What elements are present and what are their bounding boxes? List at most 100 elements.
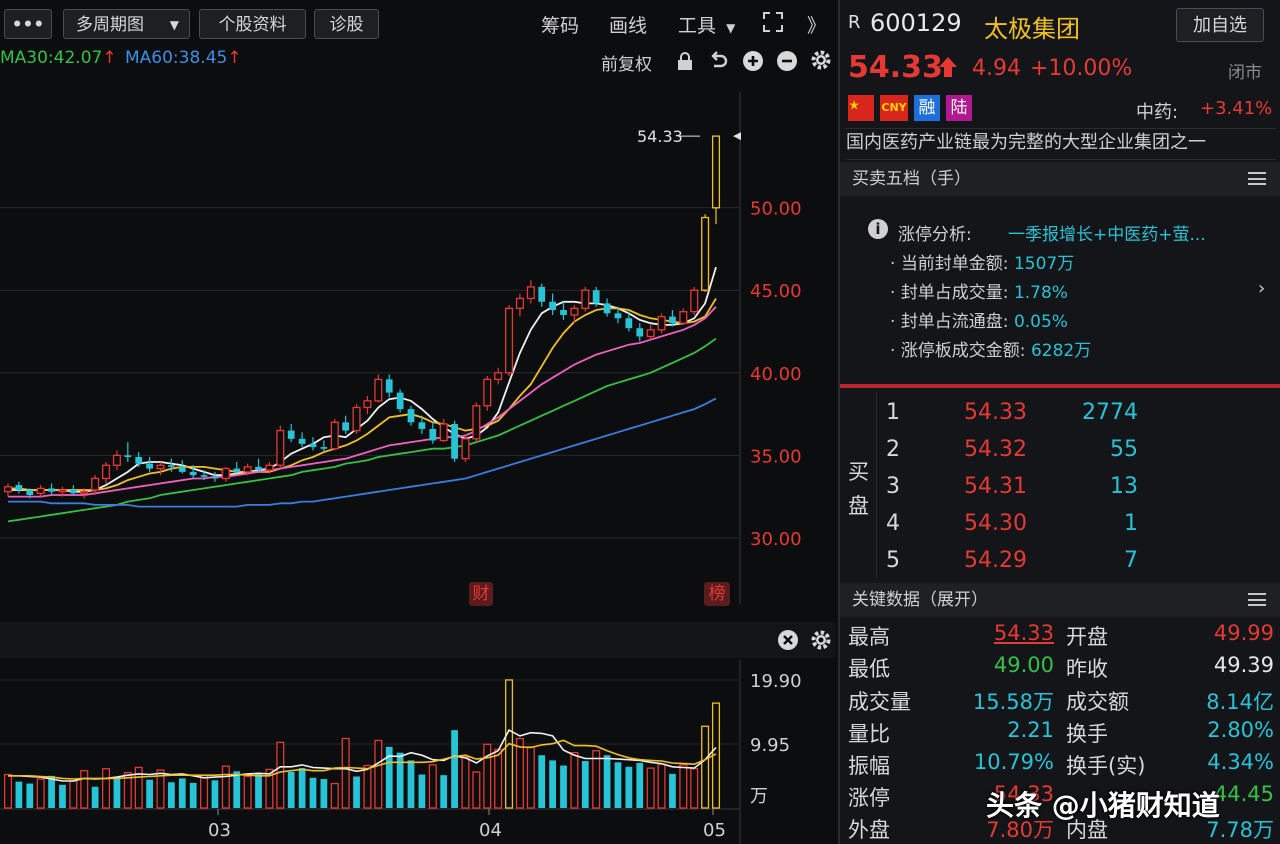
limit-row-label: 当前封单金额: — [900, 254, 1009, 274]
price-change-pct: +10.00% — [1030, 56, 1133, 81]
more-button[interactable]: ••• — [4, 9, 52, 39]
zoom-out-icon[interactable] — [776, 50, 798, 76]
candle — [135, 457, 143, 464]
candle — [483, 378, 492, 407]
candle — [646, 329, 655, 338]
period-dropdown[interactable]: 多周期图 ▼ — [63, 9, 190, 39]
volume-bar — [690, 768, 699, 809]
stock-name: 太极集团 — [984, 15, 1080, 43]
financial-report-marker[interactable]: 财 — [469, 582, 493, 606]
ma30-legend: MA30:42.07↑ — [0, 48, 117, 68]
adjust-mode-button[interactable]: 前复权 — [601, 50, 652, 75]
candle — [265, 464, 274, 471]
zoom-in-icon[interactable] — [742, 50, 764, 76]
stock-info-button[interactable]: 个股资料 — [199, 9, 306, 39]
candle — [156, 464, 165, 470]
volume-bar — [48, 775, 55, 808]
candle — [472, 405, 481, 440]
settings-gear-icon[interactable] — [810, 49, 832, 75]
indicator-settings-icon[interactable] — [810, 629, 832, 655]
volume-bar — [146, 779, 153, 808]
candle — [538, 286, 546, 302]
candle — [276, 429, 285, 466]
candle — [330, 421, 339, 450]
menu-icon[interactable] — [1248, 593, 1266, 606]
candle — [451, 423, 458, 459]
y-tick-label: 35.00 — [750, 446, 802, 467]
candle — [549, 301, 556, 311]
ma60-value: MA60:38.45 — [125, 48, 228, 68]
y-tick-label: 19.90 — [750, 671, 802, 692]
candle — [309, 443, 317, 448]
candle — [233, 468, 241, 472]
limit-row-value: 1.78% — [1013, 283, 1068, 303]
bid-row[interactable]: 2 54.32 55 — [886, 431, 1276, 468]
amount-value: 8.14亿 — [1206, 690, 1274, 714]
sector-label[interactable]: 中药: — [1136, 98, 1178, 124]
candle — [69, 490, 77, 494]
bid-row[interactable]: 3 54.31 13 — [886, 468, 1276, 505]
candle — [26, 490, 34, 495]
tools-label: 工具 — [678, 15, 717, 37]
fullscreen-icon[interactable] — [761, 10, 785, 39]
y-tick-label: 50.00 — [750, 199, 802, 220]
sector-change: +3.41% — [1200, 98, 1273, 119]
volume-bar — [168, 782, 175, 808]
bid-price: 54.32 — [964, 437, 1027, 462]
high-value: 54.33 — [993, 621, 1054, 645]
chips-button[interactable]: 筹码 — [541, 11, 579, 38]
key-data-header[interactable]: 关键数据（展开） — [840, 583, 1280, 617]
volume-bar — [233, 771, 241, 808]
diagnose-button[interactable]: 诊股 — [314, 9, 379, 39]
candlestick-chart[interactable]: 30.00 35.00 40.00 45.00 50.00 54.33 — [0, 92, 836, 612]
candle — [243, 466, 252, 473]
undo-icon[interactable] — [708, 50, 730, 76]
menu-icon[interactable] — [1248, 172, 1266, 185]
bid-level: 2 — [886, 437, 900, 462]
candle — [15, 485, 23, 491]
limit-row-label: · — [890, 312, 901, 332]
collapse-panel-icon[interactable]: 》 — [807, 11, 826, 38]
amplitude-value: 10.79% — [973, 750, 1054, 774]
candle — [385, 379, 393, 393]
candle — [669, 316, 676, 324]
candle — [418, 422, 426, 429]
candle — [352, 406, 361, 432]
close-indicator-icon[interactable] — [777, 629, 799, 655]
bid-row[interactable]: 1 54.33 2774 — [886, 394, 1276, 431]
tools-dropdown[interactable]: 工具 ▼ — [678, 11, 735, 38]
buy-side-label: 买 盘 — [840, 392, 877, 578]
y-tick-label: 45.00 — [750, 281, 802, 302]
volume-bar — [287, 771, 295, 808]
volume-bar — [36, 778, 45, 809]
candle — [711, 135, 721, 209]
volume-bar — [200, 774, 209, 809]
limit-analysis-label: 涨停分析: — [898, 225, 972, 245]
low-value: 49.00 — [993, 653, 1054, 677]
volume-chart[interactable]: 9.95 19.90 万 03 04 05 — [0, 660, 836, 844]
draw-line-button[interactable]: 画线 — [609, 11, 647, 38]
limit-analysis-row: · 封单占成交量: 1.78% — [890, 278, 1068, 303]
candle — [679, 311, 688, 324]
orderbook-divider — [840, 384, 1280, 388]
candle — [657, 315, 666, 331]
volume-bar — [581, 761, 589, 808]
candle — [112, 454, 121, 466]
y-tick-label: 30.00 — [750, 529, 802, 550]
volume-bar — [80, 770, 89, 809]
volume-bar — [3, 773, 13, 809]
limit-analysis-reason[interactable]: 一季报增长+中医药+萤... — [1008, 220, 1206, 245]
dragon-tiger-marker[interactable]: 榜 — [704, 582, 730, 606]
lock-icon[interactable] — [676, 51, 694, 75]
bid-volume: 13 — [1110, 474, 1138, 499]
last-price-label: 54.33 — [637, 127, 683, 146]
orderbook-header[interactable]: 买卖五档（手） — [840, 162, 1280, 196]
candle — [36, 487, 45, 494]
chevron-right-icon[interactable]: › — [1258, 278, 1265, 299]
bid-row[interactable]: 4 54.30 1 — [886, 505, 1276, 542]
candle — [614, 313, 622, 319]
current-price: 54.33 — [848, 50, 943, 85]
add-watchlist-button[interactable]: 加自选 — [1176, 8, 1264, 42]
r-badge: R — [848, 12, 861, 33]
bid-row[interactable]: 5 54.29 7 — [886, 542, 1276, 579]
